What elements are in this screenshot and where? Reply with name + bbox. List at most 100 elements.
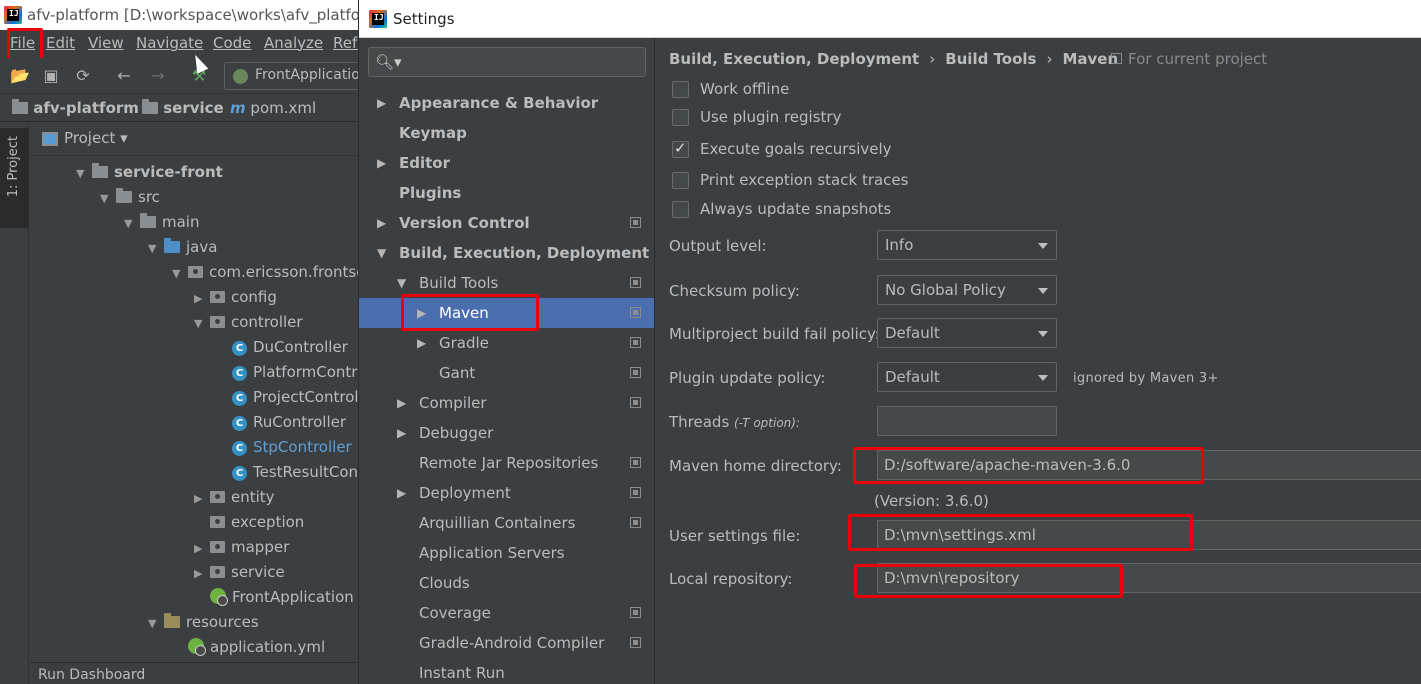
package-icon [210,566,225,578]
collapsed-arrow-icon[interactable]: ▶ [194,536,210,561]
collapsed-arrow-icon[interactable]: ▶ [377,208,386,238]
settings-nav-label: Version Control [399,214,530,232]
forward-arrow-icon[interactable]: → [149,67,167,85]
tree-item-package[interactable]: exception [194,510,304,535]
settings-nav-compiler[interactable]: ▶ Compiler [359,388,654,418]
expanded-arrow-icon[interactable]: ▼ [148,236,164,261]
tree-item-package[interactable]: ▼ controller [194,310,303,335]
settings-nav-label: Keymap [399,124,467,142]
java-class-icon: C [232,366,247,381]
menu-bar: File Edit View Navigate Code Analyze Ref… [0,30,366,58]
settings-nav-gradle-android-compiler[interactable]: Gradle-Android Compiler [359,628,654,658]
checkbox-unchecked-icon[interactable] [672,109,689,126]
threads-label: Threads (-T option): [669,413,800,431]
folder-icon [142,99,158,114]
project-scope-icon [630,217,641,228]
sync-icon[interactable]: ⟳ [74,67,92,85]
threads-input[interactable] [877,406,1057,436]
collapsed-arrow-icon[interactable]: ▶ [194,486,210,511]
tree-item-label: config [231,288,277,306]
tree-item-class[interactable]: C StpController [216,435,352,460]
checkbox-unchecked-icon[interactable] [672,172,689,189]
open-folder-icon[interactable]: 📂 [10,67,30,85]
tree-item-label: application.yml [210,638,326,656]
collapsed-arrow-icon[interactable]: ▶ [377,88,386,118]
chevron-down-icon [1038,331,1048,337]
menu-view[interactable]: View [88,34,124,52]
checksum-policy-select[interactable]: No Global Policy [877,275,1057,305]
tree-item-class[interactable]: C ProjectController [216,385,378,410]
settings-nav-gradle[interactable]: ▶ Gradle [359,328,654,358]
settings-nav-version-control[interactable]: ▶ Version Control [359,208,654,238]
intellij-logo-icon: IJ [4,6,22,24]
folder-icon [140,213,156,228]
expanded-arrow-icon[interactable]: ▼ [148,611,164,636]
collapsed-arrow-icon[interactable]: ▶ [397,478,406,508]
expanded-arrow-icon[interactable]: ▼ [100,186,116,211]
tree-item-spring[interactable]: FrontApplication [194,585,354,610]
plugin-update-policy-select[interactable]: Default [877,362,1057,392]
expanded-arrow-icon[interactable]: ▼ [377,238,386,268]
settings-nav-application-servers[interactable]: Application Servers [359,538,654,568]
checkbox-unchecked-icon[interactable] [672,81,689,98]
run-configuration-select[interactable]: FrontApplication [224,62,374,90]
settings-nav-instant-run[interactable]: Instant Run [359,658,654,684]
menu-edit[interactable]: Edit [46,34,75,52]
settings-nav-label: Arquillian Containers [419,514,576,532]
settings-nav-arquillian-containers[interactable]: Arquillian Containers [359,508,654,538]
tree-item-spring[interactable]: application.yml [172,635,325,660]
collapsed-arrow-icon[interactable]: ▶ [194,561,210,586]
tree-item-source[interactable]: ▼ java [148,235,217,260]
expanded-arrow-icon[interactable]: ▼ [172,261,188,286]
settings-nav-plugins[interactable]: Plugins [359,178,654,208]
tree-item-class[interactable]: C RuController [216,410,346,435]
tree-item-folder[interactable]: ▼ main [124,210,199,235]
settings-nav-debugger[interactable]: ▶ Debugger [359,418,654,448]
tree-item-label: FrontApplication [232,588,354,606]
collapsed-arrow-icon[interactable]: ▶ [194,286,210,311]
settings-nav-gant[interactable]: Gant [359,358,654,388]
tree-item-resources[interactable]: ▼ resources [148,610,259,635]
menu-analyze[interactable]: Analyze [264,34,323,52]
breadcrumb-service[interactable]: service [142,99,224,117]
back-arrow-icon[interactable]: ← [115,67,133,85]
expanded-arrow-icon[interactable]: ▼ [124,211,140,236]
expanded-arrow-icon[interactable]: ▼ [76,161,92,186]
settings-nav-editor[interactable]: ▶ Editor [359,148,654,178]
collapsed-arrow-icon[interactable]: ▶ [377,148,386,178]
settings-nav-clouds[interactable]: Clouds [359,568,654,598]
checkbox-checked-icon[interactable] [672,139,689,158]
save-all-icon[interactable]: ▣ [42,67,60,85]
settings-nav-coverage[interactable]: Coverage [359,598,654,628]
settings-search-input[interactable] [401,51,641,73]
tree-item-class[interactable]: C DuController [216,335,348,360]
settings-nav-keymap[interactable]: Keymap [359,118,654,148]
settings-nav-appearance-behavior[interactable]: ▶ Appearance & Behavior [359,88,654,118]
settings-search[interactable]: 🔍︎▾ [368,47,646,77]
collapsed-arrow-icon[interactable]: ▶ [397,418,406,448]
run-dashboard-bar[interactable]: Run Dashboard [30,662,360,684]
expanded-arrow-icon[interactable]: ▼ [194,311,210,336]
tree-item-folder[interactable]: ▼ src [100,185,160,210]
multiproject-fail-policy-select[interactable]: Default [877,318,1057,348]
tree-item-module[interactable]: ▼ service-front [76,160,223,185]
collapsed-arrow-icon[interactable]: ▶ [397,388,406,418]
settings-nav-remote-jar-repositories[interactable]: Remote Jar Repositories [359,448,654,478]
checkbox-unchecked-icon[interactable] [672,201,689,218]
menu-navigate[interactable]: Navigate [136,34,203,52]
settings-nav-deployment[interactable]: ▶ Deployment [359,478,654,508]
settings-nav-build-execution-deployment[interactable]: ▼ Build, Execution, Deployment [359,238,654,268]
menu-code[interactable]: Code [213,34,251,52]
tree-item-package[interactable]: ▶ mapper [194,535,289,560]
collapsed-arrow-icon[interactable]: ▶ [417,328,426,358]
tree-item-package[interactable]: ▶ service [194,560,285,585]
tree-item-package[interactable]: ▶ entity [194,485,275,510]
breadcrumb-project[interactable]: afv-platform [12,99,139,117]
project-view-selector[interactable]: Project ▾ [64,129,128,147]
plugin-update-policy-value: Default [885,368,940,386]
breadcrumb-pom[interactable]: m pom.xml [230,99,316,117]
tree-item-package[interactable]: ▶ config [194,285,277,310]
project-tool-tab[interactable]: 1: Project [0,128,29,228]
output-level-select[interactable]: Info [877,230,1057,260]
settings-nav-label: Remote Jar Repositories [419,454,599,472]
